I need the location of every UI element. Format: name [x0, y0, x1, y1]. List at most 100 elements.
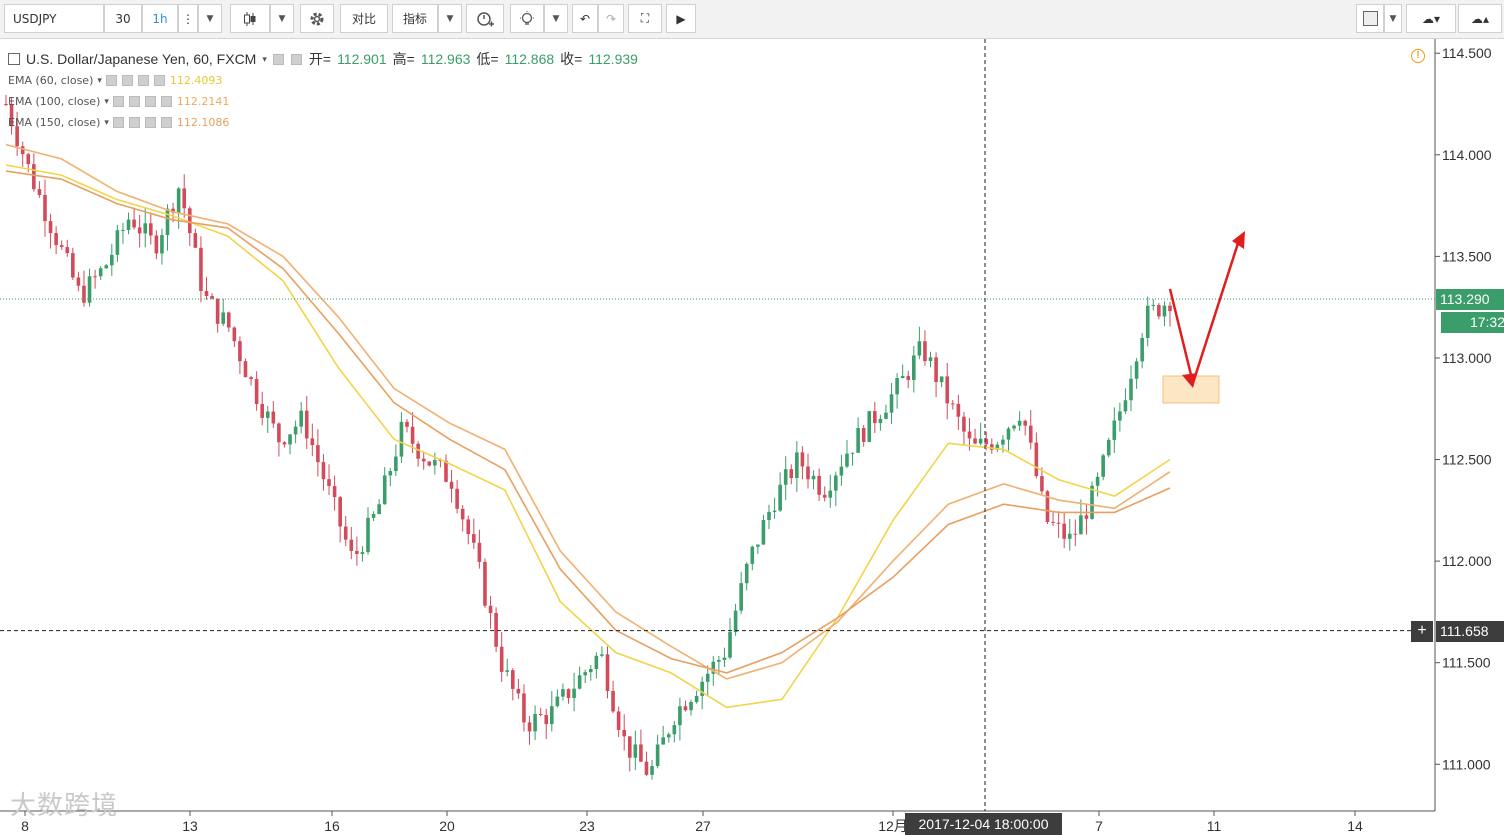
fullscreen-icon[interactable]: ⛶	[628, 4, 662, 33]
eye-icon[interactable]	[112, 96, 124, 107]
candle-body	[800, 452, 805, 467]
price-tick-label: 114.000	[1442, 147, 1492, 163]
gear-mini-icon[interactable]	[128, 96, 140, 107]
indicators-label: 指标	[402, 12, 427, 26]
candle-body	[371, 514, 376, 518]
undo-icon[interactable]: ↶	[572, 4, 598, 33]
candle-body	[1006, 428, 1011, 440]
replay-play-icon[interactable]: ▶	[666, 4, 696, 33]
candle-body	[527, 722, 532, 732]
cloud-upload-icon[interactable]: ☁▴	[1458, 4, 1502, 33]
crosshair-time-label: 2017-12-04 18:00:00	[918, 816, 1049, 832]
candle-body	[583, 672, 588, 676]
candle-body	[137, 227, 142, 234]
candle-body	[577, 675, 582, 689]
compare-button[interactable]: 对比	[340, 4, 388, 33]
indicators-dropdown-icon[interactable]: ▼	[438, 4, 462, 33]
indicators-button[interactable]: 指标	[392, 4, 438, 33]
candle-body	[739, 583, 743, 611]
candle-body	[616, 711, 621, 730]
candle-body	[900, 376, 905, 379]
symbol-search-input[interactable]: USDJPY	[4, 4, 104, 33]
candle-body	[1067, 533, 1072, 539]
time-axis[interactable]: 8 13 16 20 23 27 12月 7 11 14	[21, 811, 1363, 834]
time-tick-label: 23	[579, 818, 595, 834]
candle-body	[355, 550, 359, 554]
collapse-legend-icon[interactable]	[8, 53, 20, 65]
candle-body	[1056, 522, 1061, 524]
gear-mini-icon[interactable]	[121, 75, 133, 86]
alert-clock-icon[interactable]	[466, 4, 504, 33]
close-icon[interactable]	[153, 75, 165, 86]
eye-icon[interactable]	[105, 75, 117, 86]
candle-body	[722, 657, 727, 660]
candle-body	[193, 233, 198, 248]
settings-gear-icon[interactable]	[300, 4, 334, 33]
close-icon[interactable]	[160, 96, 172, 107]
plot-area[interactable]	[0, 39, 1435, 811]
ideas-bulb-icon[interactable]	[510, 4, 544, 33]
candle-body	[327, 479, 331, 487]
ideas-dropdown-icon[interactable]: ▼	[544, 4, 568, 33]
warning-icon[interactable]: !	[1411, 49, 1425, 63]
time-tick-label: 27	[695, 818, 711, 834]
candle-body	[293, 426, 298, 435]
candle-body	[1017, 420, 1022, 426]
plus-icon[interactable]	[144, 96, 156, 107]
candle-body	[1145, 305, 1150, 338]
candle-body	[822, 494, 827, 498]
crosshair-plus-icon[interactable]: +	[1411, 620, 1433, 642]
chart-style-dropdown-icon[interactable]: ▼	[270, 4, 294, 33]
candle-body	[750, 546, 755, 564]
candle-body	[934, 357, 938, 383]
price-axis[interactable]: 114.500 114.000 113.500 113.000 112.500 112.0…	[1435, 45, 1492, 772]
plus-icon[interactable]	[144, 117, 156, 128]
ema60-legend[interactable]: EMA (60, close) ▾ 112.4093	[8, 70, 638, 91]
candle-body	[405, 421, 409, 427]
candle-body	[182, 188, 187, 209]
interval-value[interactable]: 30	[104, 4, 142, 33]
cloud-download-icon[interactable]: ☁▾	[1406, 4, 1456, 33]
redo-icon[interactable]: ↷	[598, 4, 624, 33]
candle-body	[176, 188, 181, 213]
close-icon[interactable]	[160, 117, 172, 128]
candle-body	[154, 235, 159, 254]
ema100-legend[interactable]: EMA (100, close) ▾ 112.2141	[8, 91, 638, 112]
candle-body	[93, 276, 97, 278]
candle-body	[199, 247, 203, 291]
layout-dropdown-icon[interactable]: ▼	[1384, 4, 1402, 33]
candle-body	[366, 517, 370, 553]
interval-more-icon[interactable]: ⋮	[178, 4, 198, 33]
settings-mini-icon[interactable]	[290, 53, 302, 65]
candle-body	[321, 462, 326, 480]
ema150-legend[interactable]: EMA (150, close) ▾ 112.1086	[8, 112, 638, 133]
candle-body	[488, 605, 493, 614]
candle-body	[672, 725, 677, 735]
candle-body	[912, 355, 916, 380]
visibility-eye-icon[interactable]	[272, 53, 284, 65]
legend-dropdown-icon[interactable]: ▾	[262, 54, 267, 65]
candle-body	[806, 466, 810, 480]
interval-dropdown-icon[interactable]: ▼	[198, 4, 222, 33]
candle-body	[978, 438, 983, 444]
candle-body	[756, 544, 760, 547]
candle-body	[622, 729, 627, 737]
interval-1h-button[interactable]: 1h	[142, 4, 178, 33]
candle-body	[115, 230, 120, 255]
open-value: 112.901	[337, 51, 387, 67]
candle-body	[43, 194, 47, 222]
candlestick-style-icon[interactable]	[230, 4, 270, 33]
candle-body	[26, 154, 31, 165]
candle-body	[82, 285, 86, 303]
eye-icon[interactable]	[112, 117, 124, 128]
price-chart[interactable]: 114.500 114.000 113.500 113.000 112.500 112.0…	[0, 39, 1504, 835]
candle-body	[1073, 533, 1078, 535]
gear-mini-icon[interactable]	[128, 117, 140, 128]
plus-icon[interactable]	[137, 75, 149, 86]
candle-body	[460, 508, 465, 520]
candle-body	[600, 654, 604, 656]
candle-body	[1028, 425, 1033, 443]
layout-square-icon[interactable]	[1356, 4, 1384, 33]
candle-body	[421, 458, 426, 462]
candle-body	[1112, 420, 1117, 440]
